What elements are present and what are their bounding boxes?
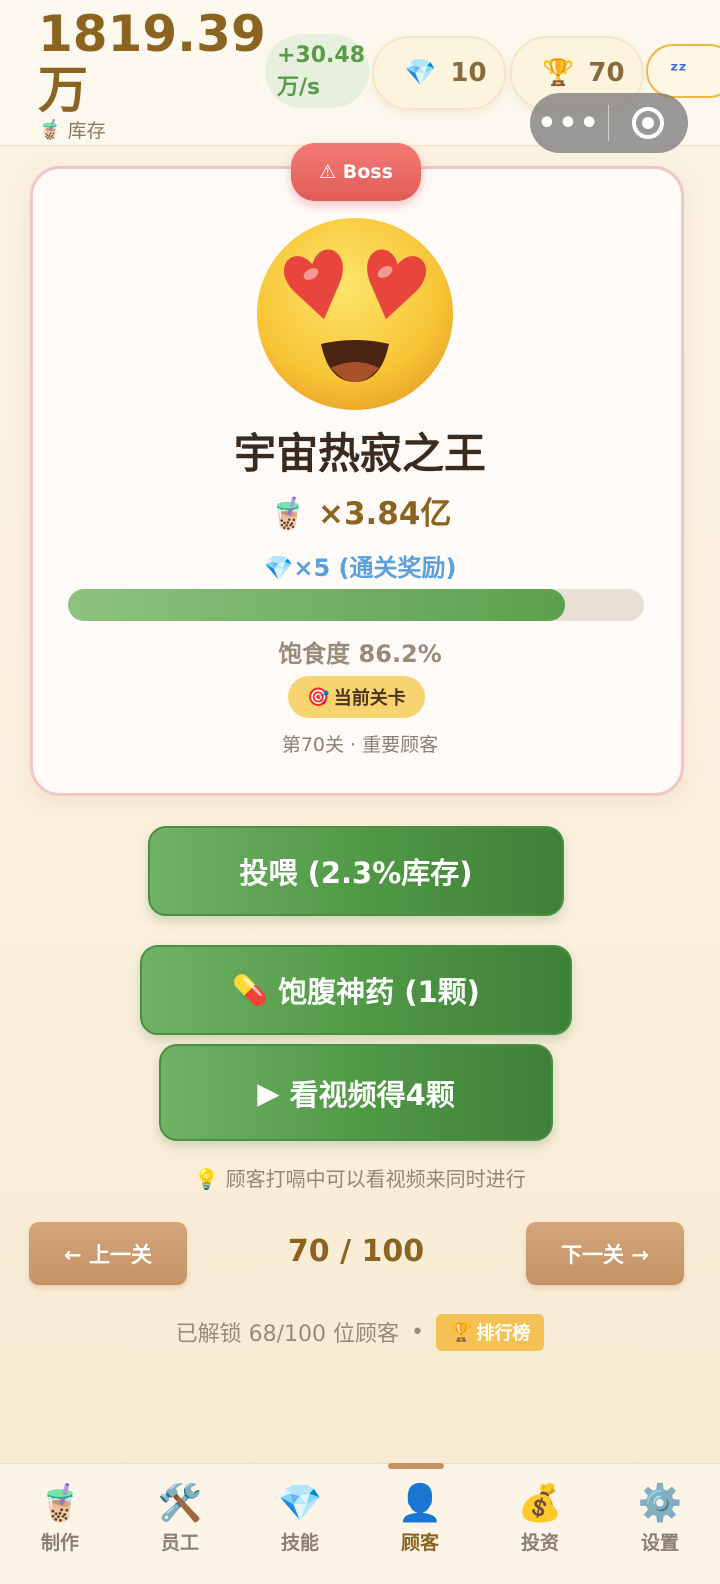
bubble-tea-icon: 🧋 — [37, 1483, 83, 1524]
boss-badge: ⚠ Boss — [291, 143, 421, 201]
tab-label: 员工 — [160, 1532, 199, 1554]
separator-dot: • — [410, 1319, 424, 1345]
tools-icon: 🛠️ — [157, 1483, 203, 1524]
tab-staff[interactable]: 🛠️ 员工 — [120, 1464, 240, 1584]
pill-icon: 💊 — [232, 972, 269, 1007]
money-bag-icon: 💰 — [517, 1483, 563, 1524]
stock-text: 库存 — [67, 120, 106, 142]
next-level-button[interactable]: 下一关 → — [526, 1222, 684, 1285]
feed-button-label: 投喂 (2.3%库存) — [239, 856, 473, 890]
tab-make[interactable]: 🧋 制作 — [0, 1464, 120, 1584]
bottom-tab-bar: 🧋 制作 🛠️ 员工 💎 技能 👤 顾客 💰 投资 ⚙️ 设置 — [0, 1463, 720, 1584]
video-button-label: 看视频得4颗 — [289, 1077, 455, 1112]
current-level-label: 当前关卡 — [333, 688, 406, 709]
current-level-badge: 🎯 当前关卡 — [288, 676, 425, 718]
sleep-icon: ᶻᶻ — [670, 58, 687, 82]
potion-button-label: 饱腹神药 (1颗) — [278, 975, 480, 1009]
hint-text-content: 顾客打嗝中可以看视频来同时进行 — [225, 1167, 526, 1191]
active-tab-indicator — [388, 1463, 444, 1469]
unlock-progress-row: 已解锁 68/100 位顾客 • 🏆 排行榜 — [0, 1312, 720, 1352]
tab-label: 制作 — [40, 1532, 79, 1554]
tab-skills[interactable]: 💎 技能 — [240, 1464, 360, 1584]
mini-program-capsule: ••• — [530, 93, 688, 153]
gem-icon: 💎 — [263, 554, 294, 582]
clear-reward: 💎×5 (通关奖励) — [0, 548, 720, 583]
satiety-progress-bar — [68, 589, 644, 621]
income-rate-value: +30.48 — [277, 43, 366, 68]
bubble-tea-icon: 🧋 — [268, 496, 308, 532]
tab-label: 投资 — [520, 1532, 559, 1554]
income-rate-pill: +30.48 万/s — [265, 34, 369, 108]
satiety-label: 饱食度 86.2% — [278, 640, 442, 668]
lightbulb-icon: 💡 — [194, 1167, 220, 1191]
customer-name: 宇宙热寂之王 — [233, 429, 486, 478]
next-level-label: 下一关 → — [561, 1242, 649, 1267]
money-total: 1819.39 万 — [38, 5, 266, 119]
unlocked-count: 已解锁 68/100 位顾客 — [175, 1322, 399, 1347]
boss-badge-label: ⚠ Boss — [319, 161, 393, 183]
gem-icon: 💎 — [277, 1483, 323, 1524]
target-icon: 🎯 — [307, 686, 330, 708]
bubble-tea-icon: 🧋 — [38, 119, 62, 141]
level-subtitle: 第70关 · 重要顾客 — [281, 734, 439, 756]
gems-counter[interactable]: 💎 10 — [372, 36, 506, 110]
trophy-value: 70 — [588, 58, 625, 88]
tab-invest[interactable]: 💰 投资 — [480, 1464, 600, 1584]
sleep-button[interactable]: ᶻᶻ — [646, 44, 720, 98]
reward-multiplier: 🧋 ×3.84亿 — [0, 488, 720, 533]
target-circle-icon — [632, 107, 664, 139]
heart-eyes-face-icon — [257, 218, 453, 410]
money-amount: 1819.39 — [38, 5, 266, 63]
gear-icon: ⚙️ — [637, 1483, 683, 1524]
leaderboard-label: 排行榜 — [476, 1323, 531, 1344]
tab-label: 顾客 — [400, 1532, 439, 1554]
watch-video-button[interactable]: ▶ 看视频得4颗 — [159, 1044, 553, 1141]
gem-icon: 💎 — [404, 58, 437, 88]
clear-reward-text: ×5 (通关奖励) — [293, 554, 457, 582]
trophy-icon: 🏆 — [542, 58, 575, 88]
hint-text: 💡 顾客打嗝中可以看视频来同时进行 — [0, 1163, 720, 1192]
trophy-icon: 🏆 — [449, 1321, 473, 1343]
feed-button[interactable]: 投喂 (2.3%库存) — [148, 826, 564, 916]
satiety-progress-fill — [68, 589, 565, 621]
close-program-button[interactable] — [609, 107, 687, 139]
leaderboard-button[interactable]: 🏆 排行榜 — [435, 1313, 545, 1351]
play-icon: ▶ — [257, 1075, 280, 1110]
reward-multiplier-value: ×3.84亿 — [317, 496, 452, 532]
tab-label: 设置 — [640, 1532, 679, 1554]
tab-settings[interactable]: ⚙️ 设置 — [600, 1464, 720, 1584]
money-unit: 万 — [38, 61, 88, 119]
tab-label: 技能 — [280, 1532, 319, 1554]
tab-customers[interactable]: 👤 顾客 — [360, 1464, 480, 1584]
stock-label: 🧋 库存 — [38, 116, 106, 143]
more-menu-button[interactable]: ••• — [530, 106, 608, 141]
person-icon: 👤 — [397, 1483, 443, 1524]
income-rate-unit: 万/s — [277, 75, 321, 100]
satiety-potion-button[interactable]: 💊 饱腹神药 (1颗) — [140, 945, 572, 1035]
gems-value: 10 — [450, 58, 487, 88]
